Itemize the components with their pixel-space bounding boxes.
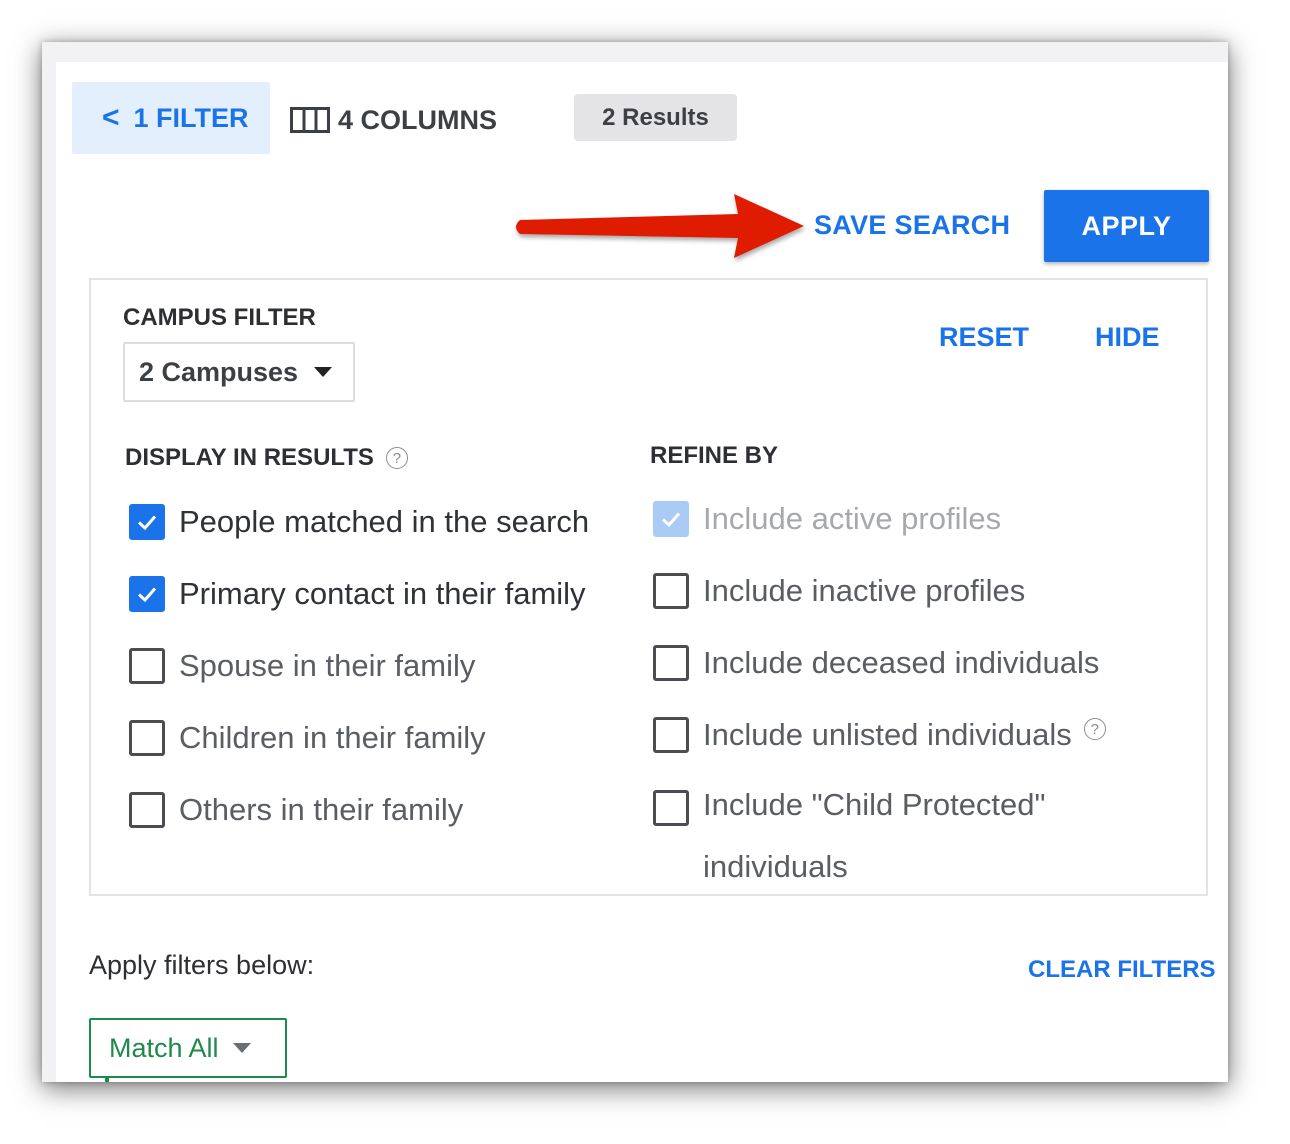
filter-count-label: 1 FILTER — [133, 102, 249, 133]
columns-count-label: 4 COLUMNS — [338, 104, 498, 135]
checkbox-people-matched[interactable]: People matched in the search — [129, 504, 589, 553]
help-circle-icon[interactable]: ? — [385, 447, 408, 469]
checkbox-children[interactable]: Children in their family — [129, 720, 486, 769]
checkbox-label: Include unlisted individuals — [703, 717, 1072, 752]
apply-filters-below-label: Apply filters below: — [89, 950, 315, 980]
search-options-box: CAMPUS FILTER 2 Campuses RESET HIDE DISP… — [89, 278, 1208, 896]
checkbox-box[interactable] — [129, 720, 165, 756]
checkbox-box[interactable] — [129, 648, 165, 684]
refine-by-heading: REFINE BY — [650, 442, 778, 470]
checkbox-inactive-profiles[interactable]: Include inactive profiles — [653, 573, 1025, 622]
checkbox-box[interactable] — [129, 792, 165, 828]
checkbox-label: Others in their family — [179, 792, 464, 827]
checkbox-spouse[interactable]: Spouse in their family — [129, 648, 475, 697]
help-circle-icon[interactable]: ? — [1083, 718, 1106, 740]
checkbox-unlisted[interactable]: Include unlisted individuals ? — [653, 717, 1106, 766]
campus-filter-label: CAMPUS FILTER — [123, 304, 316, 331]
checkmark-icon — [661, 512, 681, 528]
checkbox-child-protected[interactable]: Include "Child Protected" individuals — [653, 787, 1123, 898]
match-mode-value: Match All — [109, 1032, 219, 1063]
reset-button[interactable]: RESET — [939, 322, 1029, 353]
checkmark-icon — [137, 515, 157, 531]
checkbox-deceased[interactable]: Include deceased individuals — [653, 645, 1099, 694]
checkbox-box[interactable] — [653, 573, 689, 609]
checkbox-label: Children in their family — [179, 720, 486, 755]
match-mode-select[interactable]: Match All — [89, 1018, 287, 1078]
checkbox-label: Include "Child Protected" individuals — [703, 787, 1046, 884]
save-search-button[interactable]: SAVE SEARCH — [814, 210, 1010, 241]
columns-icon — [290, 107, 330, 133]
campus-filter-select[interactable]: 2 Campuses — [123, 342, 355, 402]
checkbox-box[interactable] — [129, 576, 165, 612]
chevron-left-icon: < — [102, 101, 120, 134]
hide-button[interactable]: HIDE — [1095, 322, 1160, 353]
checkbox-primary-contact[interactable]: Primary contact in their family — [129, 576, 586, 625]
campus-filter-value: 2 Campuses — [139, 356, 299, 387]
filter-toggle-button[interactable]: < 1 FILTER — [72, 82, 270, 154]
refine-by-title: REFINE BY — [650, 442, 779, 469]
checkbox-label: Primary contact in their family — [179, 576, 586, 611]
display-in-results-title: DISPLAY IN RESULTS — [125, 444, 374, 471]
apply-button[interactable]: APPLY — [1044, 190, 1209, 262]
checkbox-active-profiles[interactable]: Include active profiles — [653, 501, 1001, 550]
checkbox-box[interactable] — [653, 645, 689, 681]
checkbox-box[interactable] — [653, 717, 689, 753]
display-in-results-heading: DISPLAY IN RESULTS ? — [125, 444, 408, 472]
checkbox-label: Include active profiles — [703, 501, 1002, 536]
search-panel: < 1 FILTER 4 COLUMNS 2 Results SAVE SEAR… — [56, 62, 1228, 1082]
checkbox-box[interactable] — [129, 504, 165, 540]
checkbox-label: People matched in the search — [179, 504, 590, 539]
checkbox-label: Include deceased individuals — [703, 645, 1100, 680]
checkbox-label: Spouse in their family — [179, 648, 476, 683]
filter-tree-connector — [105, 1076, 109, 1082]
checkbox-box[interactable] — [653, 501, 689, 537]
results-count-badge: 2 Results — [574, 94, 737, 141]
columns-button[interactable]: 4 COLUMNS — [290, 100, 497, 140]
checkmark-icon — [137, 587, 157, 603]
annotation-arrow-icon — [516, 194, 804, 258]
app-window: < 1 FILTER 4 COLUMNS 2 Results SAVE SEAR… — [42, 42, 1228, 1082]
checkbox-label: Include inactive profiles — [703, 573, 1026, 608]
caret-down-icon — [314, 367, 333, 377]
checkbox-others[interactable]: Others in their family — [129, 792, 463, 841]
caret-down-icon — [232, 1043, 251, 1053]
clear-filters-button[interactable]: CLEAR FILTERS — [1028, 956, 1216, 984]
checkbox-box[interactable] — [653, 790, 689, 826]
